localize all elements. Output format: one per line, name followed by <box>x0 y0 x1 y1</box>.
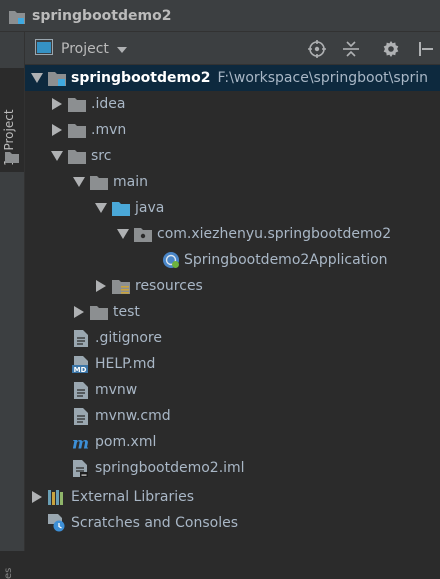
tree-item-label: com.xiezhenyu.springbootdemo2 <box>157 226 392 242</box>
tree-row-pom-xml[interactable]: m pom.xml <box>69 429 156 455</box>
expanded-arrow-icon[interactable] <box>29 70 45 86</box>
tree-item-label: Scratches and Consoles <box>71 515 238 531</box>
tree-row-gitignore[interactable]: .gitignore <box>69 325 162 351</box>
project-tool-tab[interactable]: 1: Project <box>0 68 24 172</box>
expanded-arrow-icon[interactable] <box>115 226 131 242</box>
locate-icon[interactable] <box>307 39 327 59</box>
folder-icon <box>90 174 108 190</box>
text-file-icon <box>72 329 90 347</box>
package-icon <box>134 226 152 242</box>
chevron-down-icon <box>116 39 127 58</box>
svg-text:m: m <box>72 434 89 450</box>
tree-item-label: External Libraries <box>71 489 194 505</box>
resources-folder-icon <box>112 278 130 294</box>
view-selector-label: Project <box>61 40 109 57</box>
folder-icon <box>68 148 86 164</box>
tree-row-package[interactable]: com.xiezhenyu.springbootdemo2 <box>115 221 391 247</box>
tree-item-label: pom.xml <box>95 434 157 450</box>
tree-row-java[interactable]: java <box>93 195 164 221</box>
tree-row-help-md[interactable]: MD HELP.md <box>69 351 155 377</box>
folder-icon <box>90 304 108 320</box>
tree-item-label: main <box>113 174 148 190</box>
window-title: springbootdemo2 <box>32 7 172 24</box>
collapsed-arrow-icon[interactable] <box>71 304 87 320</box>
iml-file-icon <box>72 459 90 477</box>
module-folder-icon <box>48 70 66 86</box>
title-bar: springbootdemo2 <box>0 0 440 32</box>
folder-icon <box>68 96 86 112</box>
tree-row-main[interactable]: main <box>71 169 148 195</box>
tree-item-label: resources <box>135 278 203 294</box>
tree-row-root[interactable]: springbootdemo2 F:\workspace\springboot\… <box>25 65 440 91</box>
project-view-icon <box>35 38 53 59</box>
collapsed-arrow-icon[interactable] <box>49 96 65 112</box>
view-selector[interactable]: Project <box>35 38 127 59</box>
tree-item-label: .mvn <box>91 122 127 138</box>
source-folder-icon <box>112 200 130 216</box>
tree-item-label: test <box>113 304 140 320</box>
tree-item-label: Springbootdemo2Application <box>184 252 388 268</box>
scratches-icon <box>48 514 66 532</box>
expanded-arrow-icon[interactable] <box>71 174 87 190</box>
tree-item-label: springbootdemo2 <box>71 70 211 86</box>
tree-row-mvnw[interactable]: mvnw <box>69 377 137 403</box>
collapsed-arrow-icon[interactable] <box>29 489 45 505</box>
folder-icon <box>68 122 86 138</box>
tree-row-mvn[interactable]: .mvn <box>49 117 126 143</box>
tree-item-label: java <box>135 200 165 216</box>
collapsed-arrow-icon[interactable] <box>49 122 65 138</box>
tree-item-label: src <box>91 148 112 164</box>
hide-icon[interactable] <box>415 39 435 59</box>
left-tool-strip: 1: Project es <box>0 32 25 579</box>
text-file-icon <box>72 407 90 425</box>
tree-item-label: .idea <box>91 96 126 112</box>
tree-item-label: mvnw.cmd <box>95 408 171 424</box>
collapse-icon[interactable] <box>341 39 361 59</box>
tree-item-label: springbootdemo2.iml <box>95 460 245 476</box>
text-file-icon <box>72 381 90 399</box>
svg-text:MD: MD <box>74 366 87 373</box>
tree-row-iml[interactable]: springbootdemo2.iml <box>69 455 245 481</box>
tree-row-idea[interactable]: .idea <box>49 91 125 117</box>
collapsed-arrow-icon[interactable] <box>93 278 109 294</box>
tree-item-label: HELP.md <box>95 356 156 372</box>
project-toolbar: Project <box>25 32 440 65</box>
expanded-arrow-icon[interactable] <box>93 200 109 216</box>
tree-item-label: mvnw <box>95 382 138 398</box>
maven-icon: m <box>72 434 90 450</box>
bottom-tool-tab-label[interactable]: es <box>3 568 14 579</box>
project-folder-icon <box>9 9 25 24</box>
libraries-icon <box>48 489 66 505</box>
tree-row-application-class[interactable]: Springbootdemo2Application <box>159 247 388 273</box>
tree-row-mvnw-cmd[interactable]: mvnw.cmd <box>69 403 171 429</box>
markdown-file-icon: MD <box>72 355 90 373</box>
spring-boot-class-icon <box>162 252 180 268</box>
tree-row-external-libraries[interactable]: External Libraries <box>29 484 194 510</box>
module-path: F:\workspace\springboot\sprin <box>217 70 429 86</box>
gear-icon[interactable] <box>381 39 401 59</box>
tree-row-resources[interactable]: resources <box>93 273 203 299</box>
tree-row-test[interactable]: test <box>71 299 140 325</box>
tree-row-src[interactable]: src <box>49 143 111 169</box>
folder-icon <box>5 148 19 167</box>
tree-row-scratches[interactable]: Scratches and Consoles <box>45 510 238 536</box>
expanded-arrow-icon[interactable] <box>49 148 65 164</box>
tree-item-label: .gitignore <box>95 330 162 346</box>
